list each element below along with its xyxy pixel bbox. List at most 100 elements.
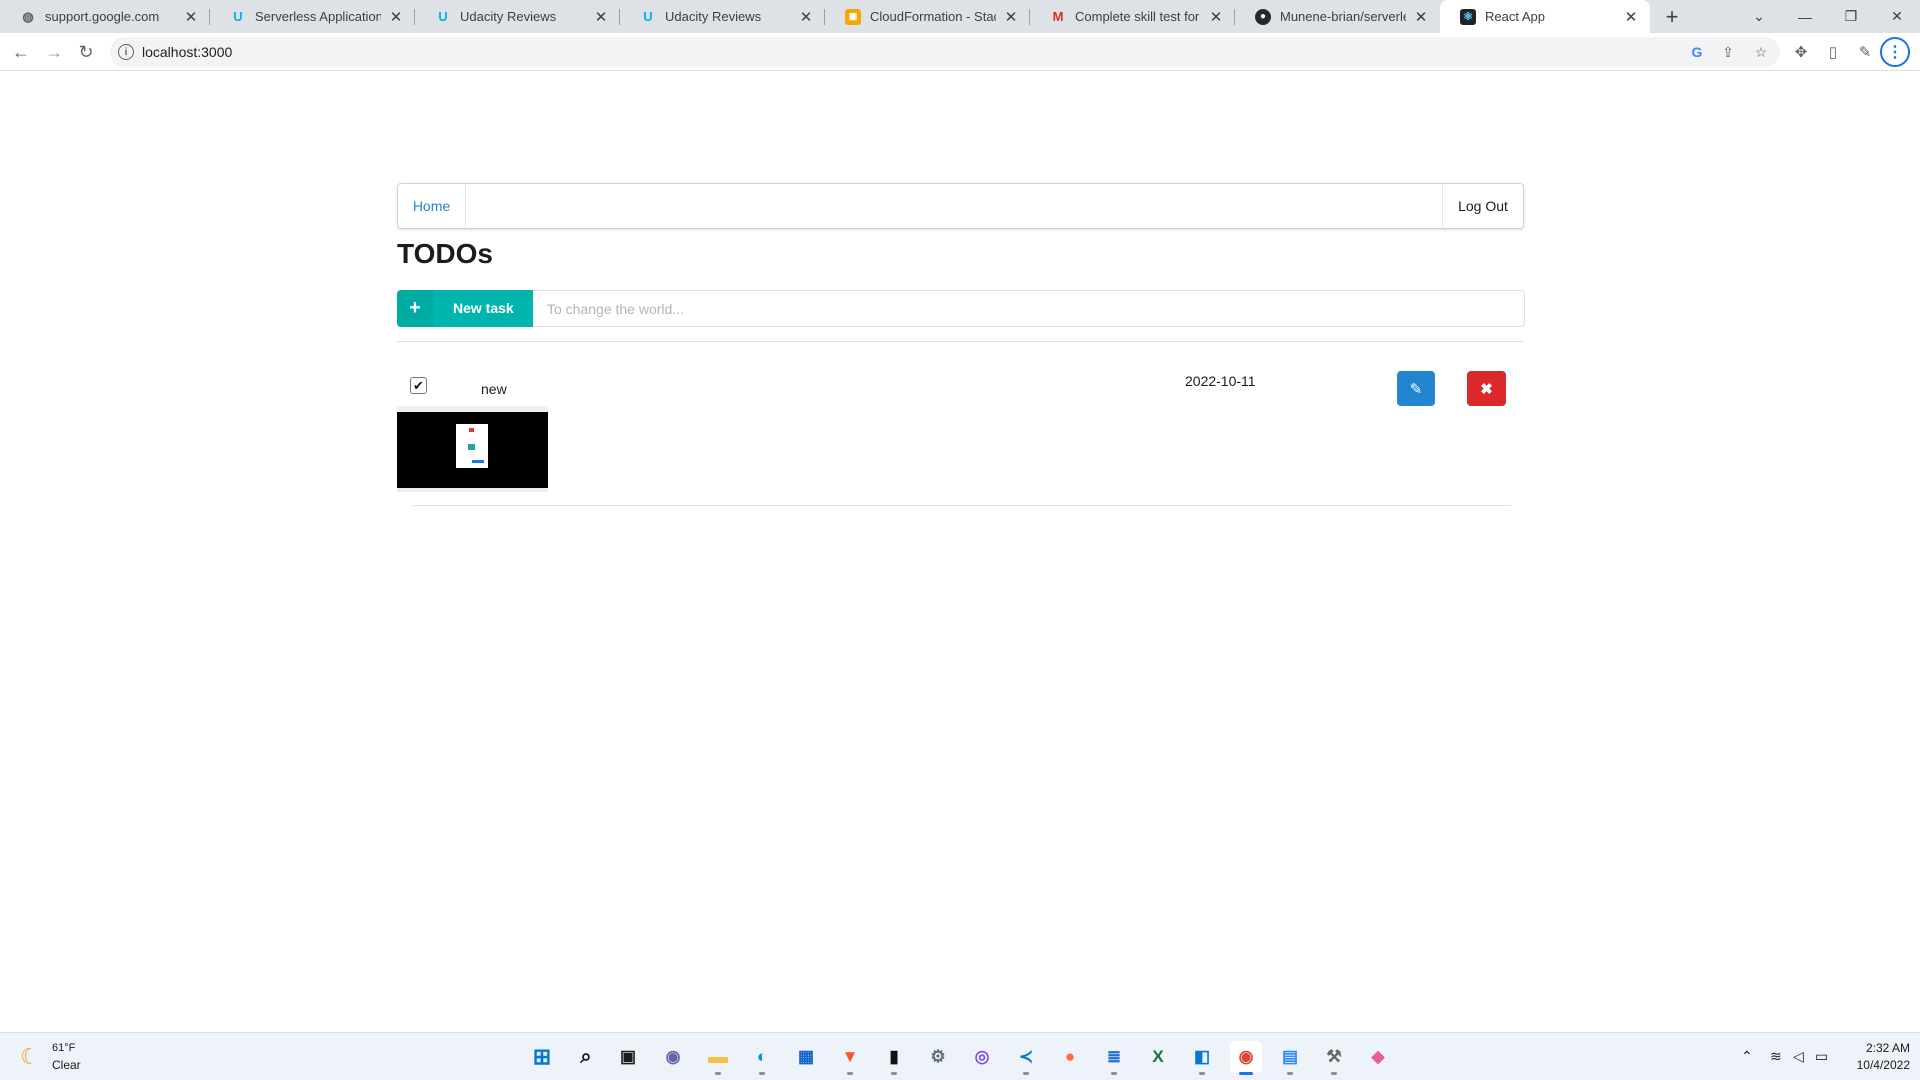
todo-due-date: 2022-10-11 [1185, 373, 1256, 389]
udacity-icon: U [438, 9, 448, 24]
back-arrow-icon[interactable]: ← [7, 38, 35, 66]
bookmark-star-icon[interactable]: ☆ [1751, 42, 1771, 62]
pencil-icon: ✎ [1409, 380, 1423, 398]
weather-condition[interactable]: Clear [52, 1058, 81, 1072]
control-panel-icon[interactable]: ▤ [1274, 1041, 1306, 1075]
browser-toolbar: ← → ↻ i localhost:3000 G ⇪ ☆ ✥ ▯ ✎ ⋮ [0, 33, 1920, 71]
weather-temperature[interactable]: 61°F [52, 1042, 75, 1054]
close-icon[interactable]: ✕ [182, 8, 200, 26]
page-title: TODOs [397, 238, 493, 269]
extension-icon[interactable]: ✎ [1854, 41, 1876, 63]
google-lens-icon[interactable]: G [1687, 42, 1707, 62]
share-icon[interactable]: ⇪ [1718, 42, 1738, 62]
globe-icon: ◍ [22, 8, 34, 24]
windows-taskbar: ☾ 61°F Clear ⊞ ⌕ ▣ ◉ ▬ ◐ ▦ ▼ ▮ ⚙ ◎ ≺ ● ≣… [0, 1032, 1920, 1080]
tab-title: Udacity Reviews [460, 9, 557, 24]
delete-button[interactable]: ✖ [1467, 371, 1506, 406]
new-tab-button[interactable]: + [1660, 4, 1684, 29]
todo-done-checkbox[interactable]: ✔ [410, 377, 427, 394]
tab-title: Serverless Application - Udacity [255, 9, 381, 24]
browser-tab-active[interactable]: ⚛ React App ✕ [1440, 0, 1650, 33]
postman-icon[interactable]: ● [1054, 1041, 1086, 1073]
home-link[interactable]: Home [398, 184, 466, 228]
remote-desktop-icon[interactable]: ◧ [1186, 1041, 1218, 1075]
plus-icon: + [397, 290, 433, 327]
udacity-icon: U [233, 9, 243, 24]
aws-cube-icon: ▣ [845, 8, 861, 25]
forward-arrow-icon[interactable]: → [40, 38, 68, 66]
reload-icon[interactable]: ↻ [72, 38, 100, 66]
new-task-label: New task [453, 300, 514, 316]
terminal-icon[interactable]: ▮ [878, 1041, 910, 1075]
github-desktop-icon[interactable]: ◎ [966, 1041, 998, 1073]
browser-tab[interactable]: U Serverless Application - Udacity ✕ [210, 0, 415, 33]
close-icon[interactable]: ✕ [1002, 8, 1020, 26]
attachment-preview [456, 424, 488, 468]
moon-icon[interactable]: ☾ [20, 1044, 40, 1070]
divider [397, 341, 1524, 342]
preview-graphic [468, 444, 475, 450]
browser-tab[interactable]: ● Munene-brian/serverless ✕ [1235, 0, 1440, 33]
close-icon[interactable]: ✕ [797, 8, 815, 26]
tab-title: CloudFormation - Stack se [870, 9, 996, 24]
excel-icon[interactable]: X [1142, 1041, 1174, 1073]
browser-tab[interactable]: M Complete skill test for Geb ✕ [1030, 0, 1235, 33]
side-panel-icon[interactable]: ▯ [1822, 41, 1844, 63]
react-icon: ⚛ [1460, 8, 1476, 25]
site-info-icon[interactable]: i [118, 44, 134, 60]
vscode-icon[interactable]: ≺ [1010, 1041, 1042, 1075]
browser-tab[interactable]: ▣ CloudFormation - Stack se ✕ [825, 0, 1030, 33]
tab-title: support.google.com [45, 9, 160, 24]
new-task-input[interactable] [533, 290, 1525, 327]
preview-button [472, 460, 484, 463]
address-bar[interactable]: i localhost:3000 G ⇪ ☆ [110, 37, 1780, 67]
todo-attachment-image [397, 406, 548, 492]
clock-time[interactable]: 2:32 AM [1860, 1041, 1910, 1055]
extensions-puzzle-icon[interactable]: ✥ [1790, 41, 1812, 63]
wifi-icon[interactable]: ≋ [1770, 1048, 1782, 1065]
close-icon[interactable]: ✕ [1412, 8, 1430, 26]
todo-name: new [481, 381, 507, 397]
battery-icon[interactable]: ▭ [1815, 1048, 1828, 1065]
browser-tab[interactable]: U Udacity Reviews ✕ [415, 0, 620, 33]
brave-icon[interactable]: ▼ [834, 1041, 866, 1075]
windows-start-icon[interactable]: ⊞ [526, 1041, 558, 1073]
chrome-icon[interactable]: ◉ [1230, 1041, 1262, 1075]
divider [413, 505, 1511, 506]
chevron-up-icon[interactable]: ⌃ [1741, 1048, 1753, 1065]
store-icon[interactable]: ▦ [790, 1041, 822, 1073]
notepad-icon[interactable]: ≣ [1098, 1041, 1130, 1075]
teams-chat-icon[interactable]: ◉ [657, 1041, 689, 1073]
browser-tab[interactable]: ◍ support.google.com ✕ [0, 0, 210, 33]
git-icon[interactable]: ◆ [1362, 1041, 1394, 1073]
browser-tab-strip: ◍ support.google.com ✕ U Serverless Appl… [0, 0, 1920, 33]
browser-tab[interactable]: U Udacity Reviews ✕ [620, 0, 825, 33]
gmail-icon: M [1052, 9, 1064, 24]
address-url[interactable]: localhost:3000 [142, 44, 232, 60]
preview-logo [469, 428, 474, 432]
close-icon[interactable]: ✕ [387, 8, 405, 26]
edge-icon[interactable]: ◐ [746, 1041, 778, 1075]
tab-title: Munene-brian/serverless [1280, 9, 1406, 24]
restore-button[interactable]: ❐ [1828, 0, 1874, 33]
search-icon[interactable]: ⌕ [570, 1041, 602, 1073]
close-icon[interactable]: ✕ [1622, 8, 1640, 26]
tab-title: Udacity Reviews [665, 9, 762, 24]
tab-search-icon[interactable]: ⌄ [1736, 0, 1782, 33]
close-icon[interactable]: ✕ [592, 8, 610, 26]
volume-icon[interactable]: ◁ [1793, 1048, 1804, 1065]
close-icon[interactable]: ✕ [1207, 8, 1225, 26]
tab-title: React App [1485, 9, 1545, 24]
top-menu: Home Log Out [397, 183, 1524, 229]
task-view-icon[interactable]: ▣ [612, 1041, 644, 1073]
settings-icon[interactable]: ⚙ [922, 1041, 954, 1073]
clock-date[interactable]: 10/4/2022 [1844, 1058, 1910, 1072]
minimize-button[interactable]: — [1782, 0, 1828, 33]
edit-button[interactable]: ✎ [1397, 371, 1435, 406]
browser-menu-icon[interactable]: ⋮ [1880, 37, 1910, 67]
window-close-button[interactable]: ✕ [1874, 0, 1920, 33]
tools-icon[interactable]: ⚒ [1318, 1041, 1350, 1075]
logout-button[interactable]: Log Out [1442, 184, 1523, 228]
file-explorer-icon[interactable]: ▬ [702, 1041, 734, 1075]
new-task-button[interactable]: + New task [397, 290, 533, 327]
